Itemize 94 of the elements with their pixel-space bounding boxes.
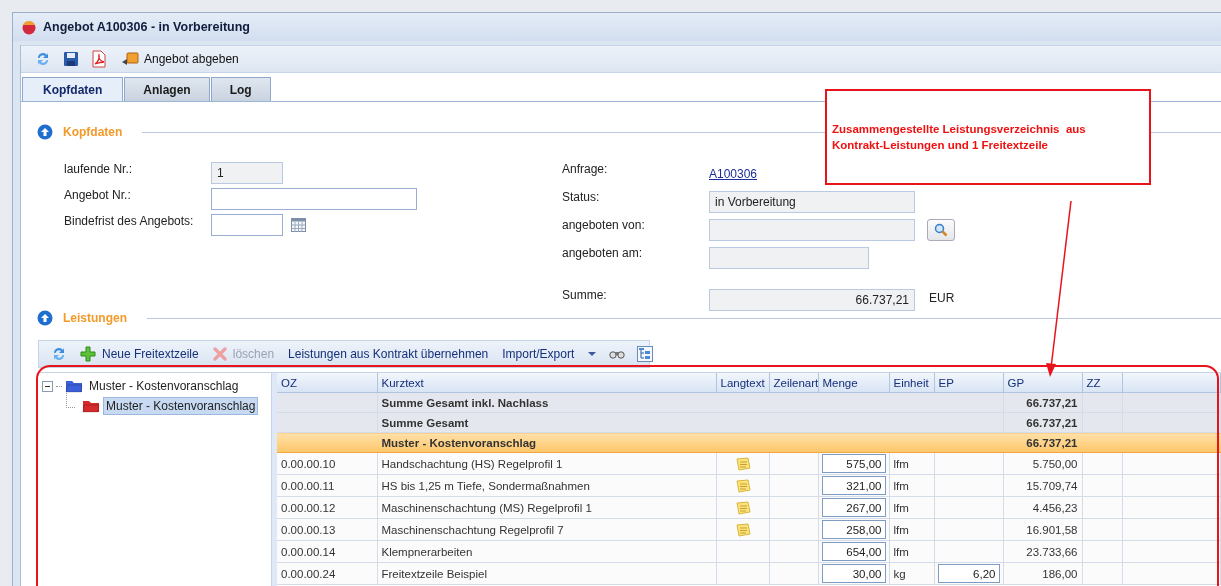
tree-item[interactable]: Muster - Kostenvoranschlag [103, 397, 259, 415]
tab[interactable]: Log [210, 77, 271, 101]
field-label: Summe: [562, 287, 608, 304]
refresh-icon[interactable] [35, 51, 51, 67]
table-cell: 15.709,74 [1026, 479, 1078, 492]
table-cell: 66.737,21 [1026, 396, 1078, 409]
number-field[interactable]: 654,00 [821, 542, 886, 561]
field-label: Anfrage: [562, 161, 609, 178]
table-cell: lfm [893, 523, 909, 536]
column-header[interactable]: Einheit [889, 373, 934, 393]
refresh-icon[interactable] [51, 346, 67, 362]
import-export-menu[interactable]: Import/Export [495, 343, 604, 365]
calendar-icon[interactable] [291, 218, 306, 232]
table-cell: 5.750,00 [1032, 457, 1078, 470]
column-header[interactable]: OZ [277, 373, 377, 393]
column-header[interactable]: GP [1003, 373, 1082, 393]
number-field[interactable]: 6,20 [937, 564, 1000, 583]
field-label: angeboten von: [562, 217, 646, 234]
column-header[interactable]: Menge [818, 373, 889, 393]
column-header[interactable]: Kurztext [377, 373, 716, 393]
search-button[interactable] [927, 219, 955, 241]
caret-icon [588, 352, 597, 356]
table-cell: Summe Gesamt [381, 416, 469, 429]
new-row-button[interactable]: Neue Freitextzeile [73, 343, 206, 365]
table-cell: 4.456,23 [1032, 501, 1078, 514]
column-header[interactable]: EP [934, 373, 1003, 393]
table-cell: Handschachtung (HS) Regelprofil 1 [381, 457, 563, 470]
table-cell: kg [893, 567, 906, 580]
number-field[interactable]: 321,00 [821, 476, 886, 495]
table-cell: lfm [893, 545, 909, 558]
table-cell: 0.00.00.11 [281, 479, 335, 492]
number-field[interactable]: 30,00 [821, 564, 886, 583]
submit-offer-icon [121, 52, 139, 66]
save-icon[interactable] [63, 51, 79, 67]
number-field[interactable]: 267,00 [821, 498, 886, 517]
table-cell: Klempnerarbeiten [381, 545, 473, 558]
section-title: Leistungen [63, 311, 127, 325]
table-cell: 0.00.00.14 [281, 545, 336, 558]
table-cell: Summe Gesamt inkl. Nachlass [381, 396, 549, 409]
table-cell: lfm [893, 457, 909, 470]
field-label: angeboten am: [562, 245, 644, 262]
request-link[interactable]: A100306 [709, 167, 758, 181]
amount-field[interactable]: 66.737,21 [709, 289, 915, 311]
table-cell: Maschinenschachtung Regelprofil 7 [381, 523, 564, 536]
tab[interactable]: Anlagen [124, 77, 210, 101]
text-field[interactable]: in Vorbereitung [709, 191, 915, 213]
text-field[interactable] [709, 247, 869, 269]
section-title: Kopfdaten [63, 125, 123, 139]
table-cell: HS bis 1,25 m Tiefe, Sondermaßnahmen [381, 479, 590, 492]
note-icon[interactable] [734, 522, 751, 537]
tab[interactable]: Kopfdaten [22, 77, 124, 101]
delete-x-icon [212, 347, 227, 361]
table-cell: 0.00.00.12 [281, 501, 336, 514]
note-icon[interactable] [734, 500, 751, 515]
table-cell: 66.737,21 [1026, 436, 1078, 449]
field-label: laufende Nr.: [64, 161, 134, 176]
text-field[interactable] [211, 188, 417, 210]
text-field[interactable] [211, 214, 283, 236]
currency-label: EUR [929, 291, 955, 307]
app-logo-icon [21, 19, 37, 35]
table-cell: 66.737,21 [1026, 416, 1078, 429]
annotation-callout: Zusammengestellte Leistungsverzeichnis aus Kontrakt-Leistungen und 1 Freitextzeile [825, 89, 1151, 185]
submit-offer-button[interactable]: Angebot abgeben [119, 52, 241, 66]
window-title: Angebot A100306 - in Vorbereitung [43, 20, 250, 34]
pdf-document-icon[interactable] [91, 50, 107, 68]
number-field[interactable]: 575,00 [821, 454, 886, 473]
field-label: Angebot Nr.: [64, 187, 132, 202]
table-cell: lfm [893, 501, 909, 514]
column-header[interactable]: ZZ [1082, 373, 1122, 393]
table-cell: Maschinenschachtung (MS) Regelprofil 1 [381, 501, 592, 514]
search-icon [934, 223, 948, 237]
table-cell: 0.00.00.13 [281, 523, 336, 536]
tree-structure-icon[interactable] [637, 346, 654, 362]
binoculars-icon[interactable] [609, 348, 626, 360]
column-header[interactable]: Langtext [716, 373, 769, 393]
collapse-toggle-icon[interactable] [42, 380, 53, 392]
text-field[interactable] [709, 219, 915, 241]
note-icon[interactable] [734, 478, 751, 493]
field-label: Status: [562, 189, 601, 206]
tree-item[interactable]: Muster - Kostenvoranschlag [86, 377, 242, 395]
table-cell: 16.901,58 [1026, 523, 1078, 536]
table-cell: 23.733,66 [1026, 545, 1078, 558]
table-cell: lfm [893, 479, 909, 492]
text-field[interactable]: 1 [211, 162, 283, 184]
table-cell: 186,00 [1042, 567, 1078, 580]
take-over-button[interactable]: Leistungen aus Kontrakt übernehmen [281, 343, 496, 365]
table-cell: 0.00.00.10 [281, 457, 336, 470]
plus-icon [80, 346, 96, 362]
number-field[interactable]: 258,00 [821, 520, 886, 539]
table-cell: Freitextzeile Beispiel [381, 567, 487, 580]
field-label: Bindefrist des Angebots: [64, 213, 195, 228]
table-cell: Muster - Kostenvoranschlag [381, 436, 537, 449]
note-icon[interactable] [734, 456, 751, 471]
table-cell: 0.00.00.24 [281, 567, 336, 580]
